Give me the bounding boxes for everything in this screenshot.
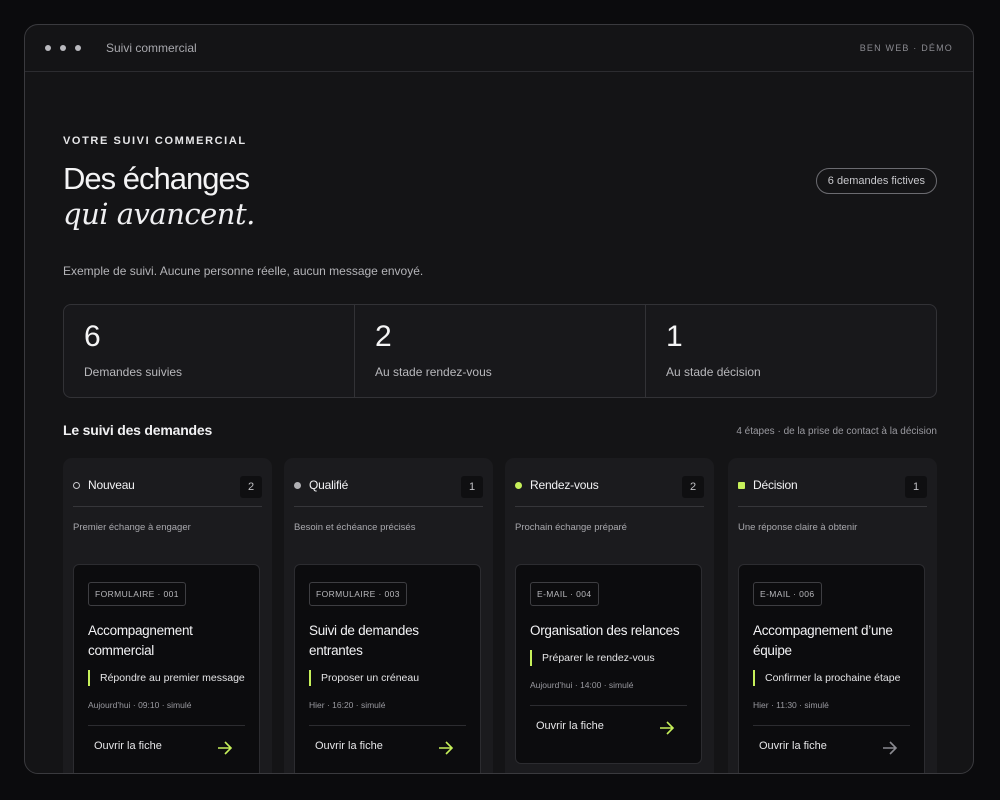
column-name: Nouveau — [88, 478, 135, 492]
column-header: Rendez-vous 2 — [515, 472, 704, 507]
card-meta: Hier · 16:20 · simulé — [309, 700, 386, 710]
column-description: Besoin et échéance précisés — [294, 522, 416, 533]
page-title-italic: qui avancent. — [63, 197, 255, 231]
card-meta: Aujourd’hui · 14:00 · simulé — [530, 680, 634, 690]
open-record-link[interactable]: Ouvrir la fiche — [94, 740, 162, 752]
source-tag: FORMULAIRE · 001 — [88, 582, 186, 606]
column-description: Premier échange à engager — [73, 522, 191, 533]
lime-dot-icon — [515, 482, 522, 489]
section-note: 4 étapes · de la prise de contact à la d… — [736, 426, 937, 437]
next-action: Proposer un créneau — [309, 670, 419, 686]
window-title: Suivi commercial — [106, 41, 197, 55]
source-tag: FORMULAIRE · 003 — [309, 582, 407, 606]
card-title: Organisation des relances — [530, 623, 680, 638]
stat-value: 1 — [666, 320, 683, 353]
column-description: Une réponse claire à obtenir — [738, 522, 858, 533]
open-record-link[interactable]: Ouvrir la fiche — [315, 740, 383, 752]
arrow-right-icon[interactable] — [438, 741, 454, 755]
open-record-link[interactable]: Ouvrir la fiche — [759, 740, 827, 752]
card-divider — [88, 725, 245, 726]
card-meta: Aujourd’hui · 09:10 · simulé — [88, 700, 192, 710]
card-title: Accompagnement commercial — [88, 623, 193, 658]
arrow-right-icon[interactable] — [659, 721, 675, 735]
column-count: 2 — [682, 476, 704, 498]
column-name: Qualifié — [309, 478, 349, 492]
lead-card[interactable]: FORMULAIRE · 001 Accompagnement commerci… — [73, 564, 260, 773]
page-title: Des échanges — [63, 161, 250, 196]
stat-meeting: 2 Au stade rendez-vous — [355, 305, 646, 397]
card-divider — [753, 725, 910, 726]
stat-decision: 1 Au stade décision — [646, 305, 936, 397]
ring-icon — [73, 482, 80, 489]
column-header: Décision 1 — [738, 472, 927, 507]
lead-card[interactable]: E-MAIL · 006 Accompagnement d’une équipe… — [738, 564, 925, 773]
section-title: Le suivi des demandes — [63, 422, 213, 438]
window-controls — [45, 45, 81, 51]
brand-label: BEN WEB · DÉMO — [859, 43, 953, 53]
column-header: Nouveau 2 — [73, 472, 262, 507]
stat-label: Au stade décision — [666, 365, 761, 379]
card-meta: Hier · 11:30 · simulé — [753, 700, 829, 710]
source-tag: E-MAIL · 004 — [530, 582, 599, 606]
column-header: Qualifié 1 — [294, 472, 483, 507]
count-badge: 6 demandes fictives — [815, 168, 937, 194]
lime-square-icon — [738, 482, 745, 489]
open-record-link[interactable]: Ouvrir la fiche — [536, 720, 604, 732]
stats-panel: 6 Demandes suivies 2 Au stade rendez-vou… — [63, 304, 937, 398]
pipeline-column-decision: Décision 1 Une réponse claire à obtenir … — [728, 458, 937, 773]
next-action: Préparer le rendez-vous — [530, 650, 655, 666]
lead-card[interactable]: FORMULAIRE · 003 Suivi de demandes entra… — [294, 564, 481, 773]
window-dot-icon[interactable] — [75, 45, 81, 51]
title-bar: Suivi commercial BEN WEB · DÉMO — [25, 25, 973, 72]
column-name: Rendez-vous — [530, 478, 599, 492]
stat-value: 2 — [375, 320, 392, 353]
column-count: 1 — [905, 476, 927, 498]
card-divider — [309, 725, 466, 726]
card-title: Suivi de demandes entrantes — [309, 623, 419, 658]
stat-label: Demandes suivies — [84, 365, 183, 379]
stat-tracked: 6 Demandes suivies — [64, 305, 355, 397]
stat-value: 6 — [84, 320, 101, 353]
pipeline-column-qualifie: Qualifié 1 Besoin et échéance précisés F… — [284, 458, 493, 773]
column-name: Décision — [753, 478, 798, 492]
next-action: Confirmer la prochaine étape — [753, 670, 900, 686]
column-count: 2 — [240, 476, 262, 498]
pipeline-column-rendez-vous: Rendez-vous 2 Prochain échange préparé E… — [505, 458, 714, 773]
card-title: Accompagnement d’une équipe — [753, 623, 893, 658]
page-subtitle: Exemple de suivi. Aucune personne réelle… — [63, 264, 424, 278]
lead-card[interactable]: E-MAIL · 004 Organisation des relances P… — [515, 564, 702, 764]
next-action: Répondre au premier message — [88, 670, 245, 686]
arrow-right-icon[interactable] — [882, 741, 898, 755]
arrow-right-icon[interactable] — [217, 741, 233, 755]
pipeline-column-nouveau: Nouveau 2 Premier échange à engager FORM… — [63, 458, 272, 773]
window-dot-icon[interactable] — [45, 45, 51, 51]
source-tag: E-MAIL · 006 — [753, 582, 822, 606]
app-window: Suivi commercial BEN WEB · DÉMO VOTRE SU… — [24, 24, 974, 774]
eyebrow-label: VOTRE SUIVI COMMERCIAL — [63, 135, 247, 147]
stat-label: Au stade rendez-vous — [375, 365, 492, 379]
window-dot-icon[interactable] — [60, 45, 66, 51]
column-description: Prochain échange préparé — [515, 522, 627, 533]
column-count: 1 — [461, 476, 483, 498]
dot-icon — [294, 482, 301, 489]
card-divider — [530, 705, 687, 706]
